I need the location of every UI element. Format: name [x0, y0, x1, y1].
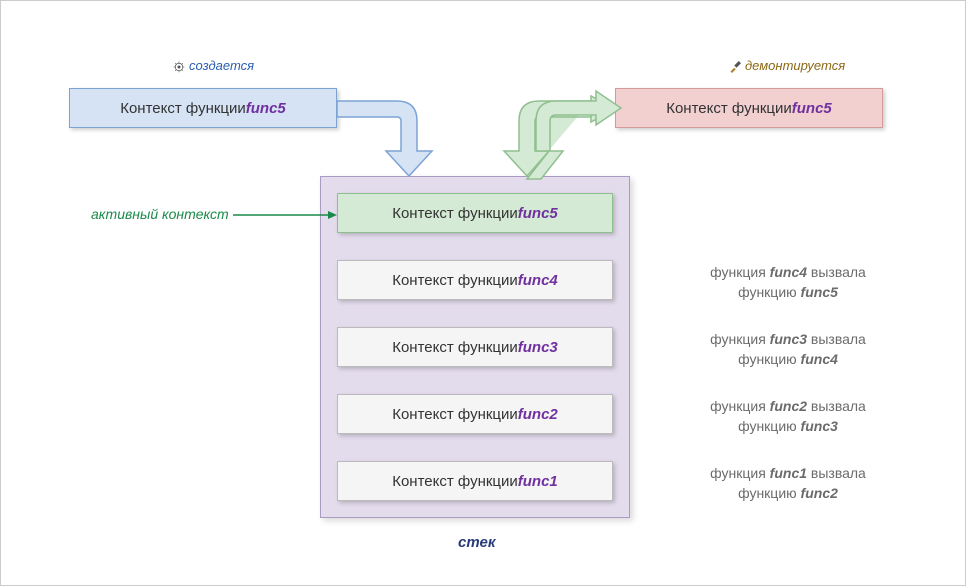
call-description: функция func1 вызвала функцию func2 — [673, 464, 903, 503]
dismounted-label: демонтируется — [729, 58, 845, 73]
context-box-created: Контекст функции func5 — [69, 88, 337, 128]
context-funcname: func1 — [518, 473, 558, 490]
hammer-icon — [729, 61, 741, 73]
context-prefix: Контекст функции — [666, 100, 792, 117]
gear-icon — [173, 61, 185, 73]
stack-label: стек — [458, 534, 495, 551]
context-prefix: Контекст функции — [392, 406, 518, 423]
context-box-dismounted: Контекст функции func5 — [615, 88, 883, 128]
arrow-push — [337, 96, 457, 186]
stack-item: Контекст функции func4 — [337, 260, 613, 300]
call-description: функция func2 вызвала функцию func3 — [673, 397, 903, 436]
created-label: создается — [173, 58, 254, 73]
active-context-label: активный контекст — [91, 206, 229, 222]
context-prefix: Контекст функции — [392, 205, 518, 222]
context-prefix: Контекст функции — [392, 473, 518, 490]
context-prefix: Контекст функции — [392, 339, 518, 356]
context-funcname: func3 — [518, 339, 558, 356]
context-funcname: func5 — [246, 100, 286, 117]
arrow-pop-overlay — [506, 89, 636, 184]
context-funcname: func2 — [518, 406, 558, 423]
context-prefix: Контекст функции — [392, 272, 518, 289]
context-funcname: func4 — [518, 272, 558, 289]
context-funcname: func5 — [518, 205, 558, 222]
context-funcname: func5 — [792, 100, 832, 117]
stack-item: Контекст функции func3 — [337, 327, 613, 367]
arrow-active-pointer — [233, 207, 341, 223]
context-prefix: Контекст функции — [120, 100, 246, 117]
stack-item-active: Контекст функции func5 — [337, 193, 613, 233]
call-description: функция func3 вызвала функцию func4 — [673, 330, 903, 369]
stack-item: Контекст функции func1 — [337, 461, 613, 501]
call-description: функция func4 вызвала функцию func5 — [673, 263, 903, 302]
stack-item: Контекст функции func2 — [337, 394, 613, 434]
